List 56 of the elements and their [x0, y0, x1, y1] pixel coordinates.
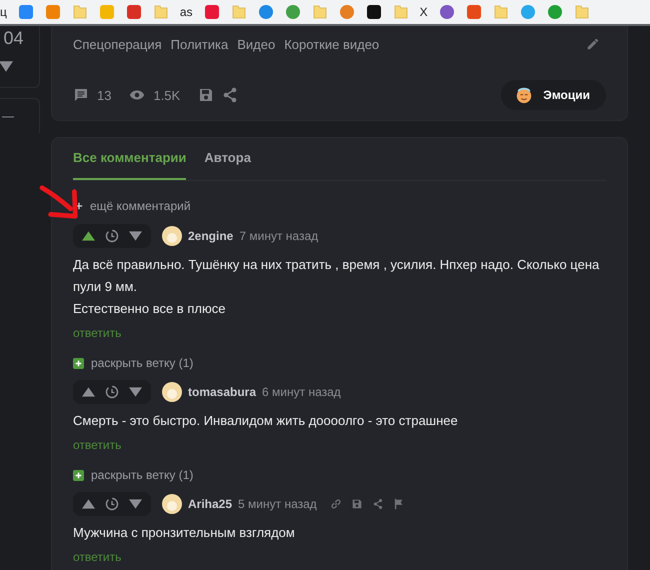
bookmark-link[interactable]: ц [0, 5, 7, 19]
downvote-icon[interactable] [129, 499, 142, 509]
comments-tab[interactable]: Автора [204, 138, 251, 180]
avatar[interactable] [162, 382, 182, 402]
comment-icon[interactable] [73, 87, 89, 103]
tag-link[interactable]: Спецоперация [73, 36, 162, 52]
more-comments-link[interactable]: ещё комментарий [90, 199, 191, 213]
reply-link[interactable]: ответить [73, 326, 122, 340]
bookmark-link[interactable]: as [180, 5, 193, 19]
smiley-icon [515, 86, 534, 104]
plus-icon[interactable] [75, 202, 83, 210]
clock-icon[interactable] [105, 229, 119, 243]
author-name[interactable]: 2engine [188, 229, 234, 243]
downvote-icon[interactable] [129, 387, 142, 397]
tag-link[interactable]: Короткие видео [284, 36, 380, 52]
save-icon[interactable] [350, 498, 363, 510]
upvote-icon[interactable] [82, 231, 95, 241]
expand-thread-link[interactable]: раскрыть ветку (1) [91, 356, 194, 370]
reply-link[interactable]: ответить [73, 438, 122, 452]
comment-time: 5 минут назад [238, 497, 317, 511]
avatar[interactable] [162, 226, 182, 246]
author-name[interactable]: tomasabura [188, 385, 256, 399]
comment-text: Смерть - это быстро. Инвалидом жить доооолго - это страшнее [73, 412, 459, 430]
tag-link[interactable]: Видео [237, 36, 276, 52]
comment-text: Естественно все в плюсе [73, 300, 226, 318]
bookmark-link[interactable]: X [420, 5, 428, 19]
avatar[interactable] [162, 494, 182, 514]
share-icon[interactable] [372, 498, 384, 510]
view-count: 1.5K [153, 88, 180, 102]
clock-icon[interactable] [105, 385, 119, 399]
app-icon[interactable] [366, 4, 382, 20]
downvote-icon[interactable] [129, 231, 142, 241]
flag-icon[interactable] [392, 498, 405, 510]
downvote-icon[interactable] [0, 61, 12, 72]
expand-thread-link[interactable]: раскрыть ветку (1) [91, 468, 194, 482]
comment-text: Мужчина с пронзительным взглядом [73, 524, 296, 542]
save-icon[interactable] [198, 87, 214, 103]
comments-tab[interactable]: Все комментарии [73, 138, 186, 180]
edit-icon[interactable] [586, 37, 600, 51]
link-icon[interactable] [330, 498, 342, 510]
author-name[interactable]: Ariha25 [188, 497, 232, 511]
share-icon[interactable] [222, 87, 238, 103]
emotions-button[interactable]: Эмоции [501, 80, 606, 110]
reply-link[interactable]: ответить [73, 550, 122, 564]
comment-text: Да всё правильно. Тушёнку на них тратить , время , усилия. Нпхер надо. Сколько цена пули 9 мм. [73, 256, 600, 296]
comment-count: 13 [97, 88, 112, 102]
upvote-icon[interactable] [82, 387, 95, 397]
collapse-button[interactable]: — [2, 109, 14, 123]
expand-icon[interactable] [73, 470, 84, 480]
expand-icon[interactable] [73, 358, 84, 368]
comment-time: 6 минут назад [262, 385, 341, 399]
clock-icon[interactable] [105, 497, 119, 511]
tag-link[interactable]: Политика [170, 36, 228, 52]
rating-count: 04 [3, 28, 24, 49]
comment-time: 7 минут назад [239, 229, 318, 243]
upvote-icon[interactable] [82, 499, 95, 509]
